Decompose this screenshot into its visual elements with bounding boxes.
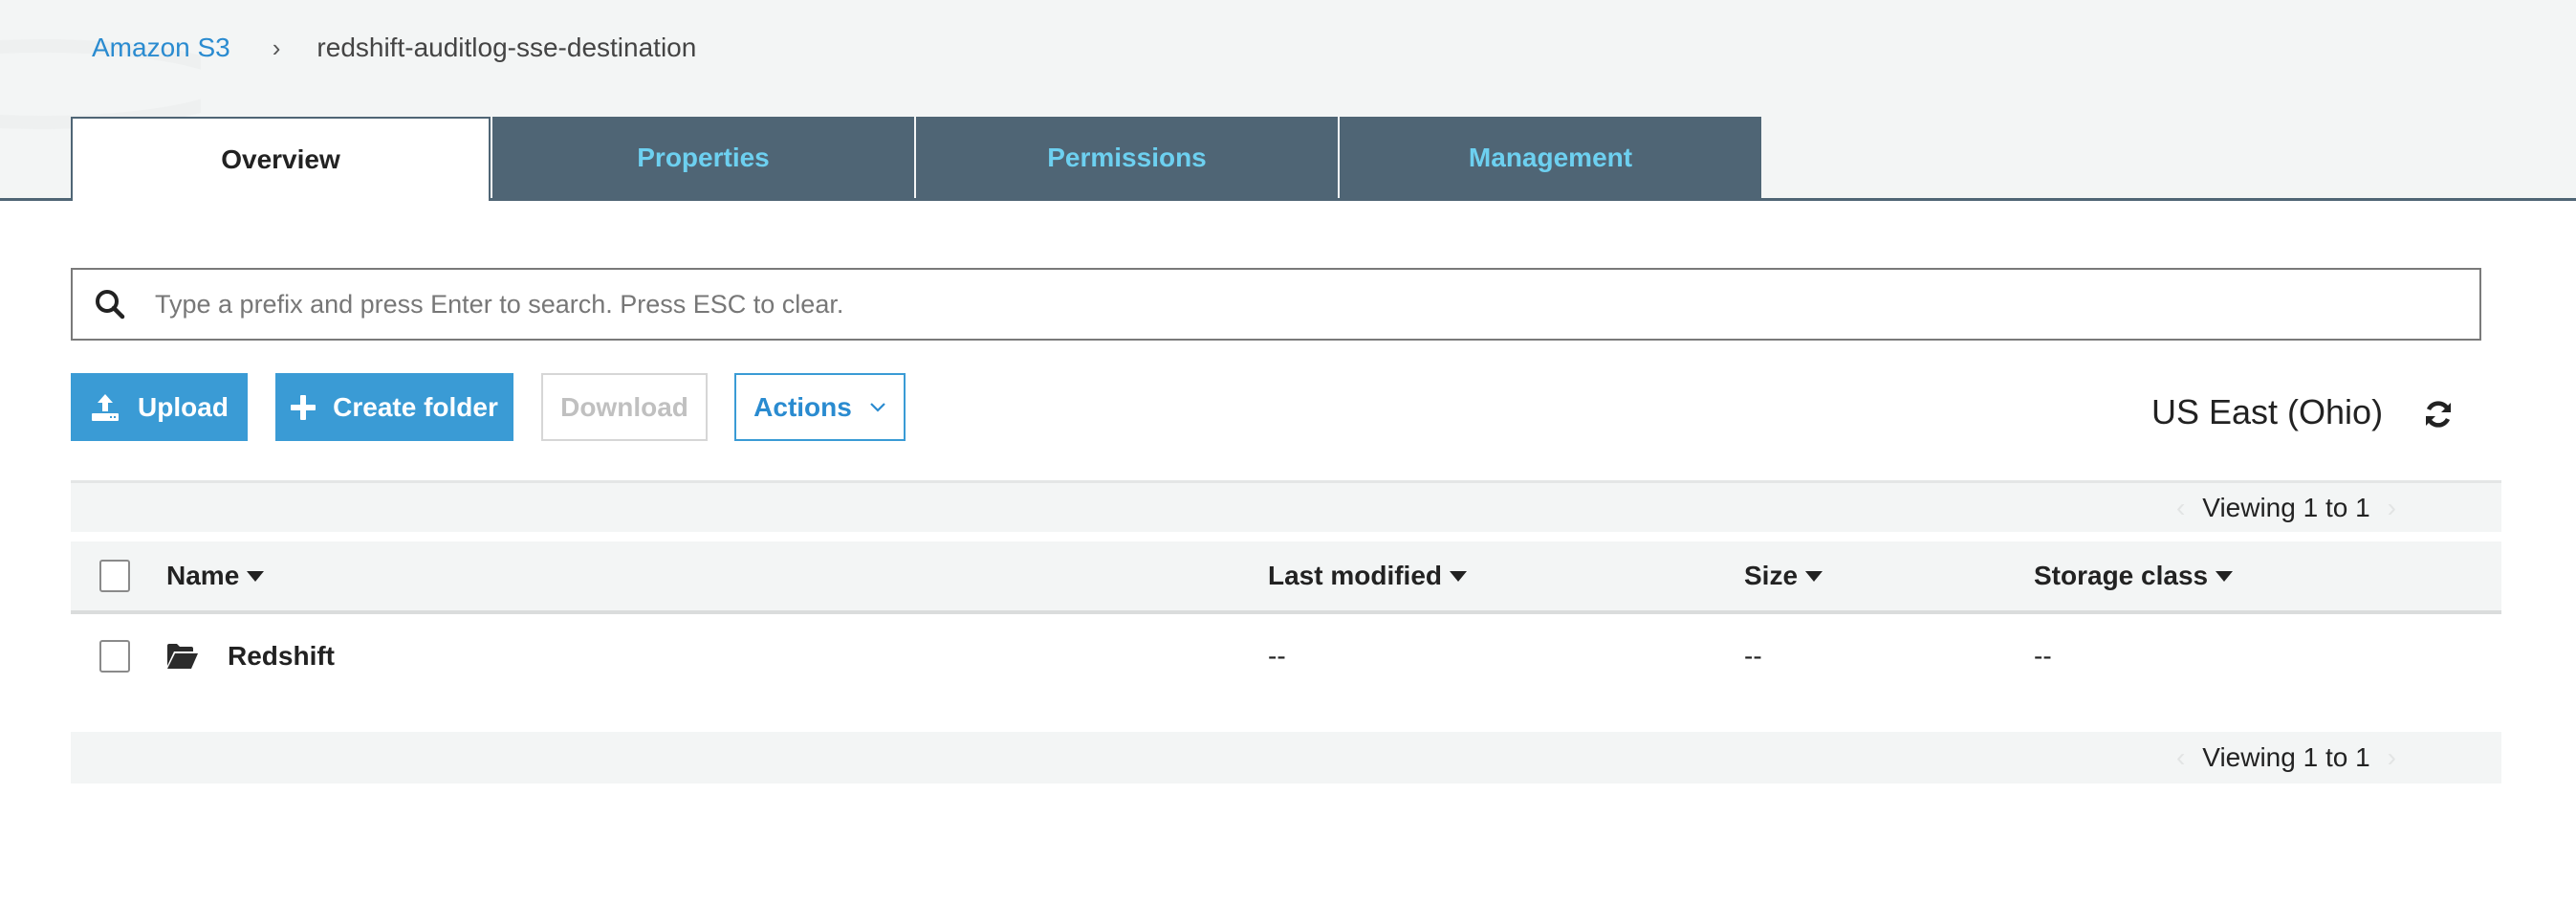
download-button[interactable]: Download: [541, 373, 708, 441]
column-header-storage-class-label: Storage class: [2034, 561, 2209, 590]
download-label: Download: [560, 391, 688, 422]
pager-text: Viewing 1 to 1: [2202, 742, 2370, 772]
tab-bar: Overview Properties Permissions Manageme…: [71, 117, 1763, 201]
tab-management[interactable]: Management: [1340, 117, 1761, 199]
sort-caret-icon: [1805, 570, 1823, 582]
refresh-icon[interactable]: [2422, 398, 2455, 430]
sort-caret-icon: [1450, 570, 1468, 582]
column-header-size[interactable]: Size: [1744, 541, 1823, 610]
pager-bottom: ‹ Viewing 1 to 1 ›: [71, 732, 2501, 784]
sort-caret-icon: [247, 570, 265, 582]
create-folder-button[interactable]: Create folder: [275, 373, 513, 441]
folder-open-icon: [167, 644, 198, 669]
pager-text: Viewing 1 to 1: [2202, 492, 2370, 522]
breadcrumb-bucket-name: redshift-auditlog-sse-destination: [317, 33, 697, 62]
column-header-name-label: Name: [166, 561, 240, 590]
sort-caret-icon: [2216, 570, 2234, 582]
breadcrumb-amazon-s3-link[interactable]: Amazon S3: [92, 33, 230, 63]
row-name-cell: Redshift: [166, 618, 335, 695]
search-icon: [96, 290, 125, 320]
upload-icon: [90, 392, 120, 423]
column-header-last-modified-label: Last modified: [1268, 561, 1443, 590]
table-row: Redshift -- -- --: [71, 618, 2501, 695]
tab-properties[interactable]: Properties: [492, 117, 914, 199]
pager-prev-icon[interactable]: ‹: [2176, 493, 2185, 523]
column-header-storage-class[interactable]: Storage class: [2034, 541, 2234, 610]
pager-top: ‹ Viewing 1 to 1 ›: [71, 480, 2501, 532]
create-folder-label: Create folder: [333, 391, 498, 422]
plus-icon: [291, 394, 317, 420]
actions-dropdown-button[interactable]: Actions: [734, 373, 906, 441]
row-storage-class: --: [2034, 641, 2052, 671]
pager-next-icon[interactable]: ›: [2388, 493, 2396, 523]
row-select-cell: [99, 618, 130, 695]
select-all-cell: [99, 541, 130, 610]
table-header: Name Last modified Size Storage class: [71, 541, 2501, 614]
column-header-last-modified[interactable]: Last modified: [1268, 541, 1468, 610]
tab-overview[interactable]: Overview: [71, 117, 491, 201]
column-header-name[interactable]: Name: [166, 541, 265, 610]
actions-label: Actions: [753, 391, 852, 422]
folder-name-link[interactable]: Redshift: [228, 641, 335, 672]
pager-next-icon[interactable]: ›: [2388, 742, 2396, 773]
upload-label: Upload: [138, 391, 229, 422]
chevron-right-icon: ›: [272, 33, 281, 62]
tab-permissions[interactable]: Permissions: [916, 117, 1338, 199]
select-all-checkbox[interactable]: [99, 560, 130, 592]
region-label: US East (Ohio): [2151, 392, 2384, 431]
row-last-modified: --: [1268, 641, 1286, 671]
upload-button[interactable]: Upload: [71, 373, 248, 441]
row-size: --: [1744, 641, 1762, 671]
search-input[interactable]: [155, 289, 2479, 320]
search-box: [71, 268, 2481, 341]
breadcrumb: Amazon S3 › redshift-auditlog-sse-destin…: [92, 29, 696, 67]
pager-prev-icon[interactable]: ‹: [2176, 742, 2185, 773]
row-checkbox[interactable]: [99, 640, 130, 673]
column-header-size-label: Size: [1744, 561, 1799, 590]
chevron-down-icon: [869, 402, 886, 413]
